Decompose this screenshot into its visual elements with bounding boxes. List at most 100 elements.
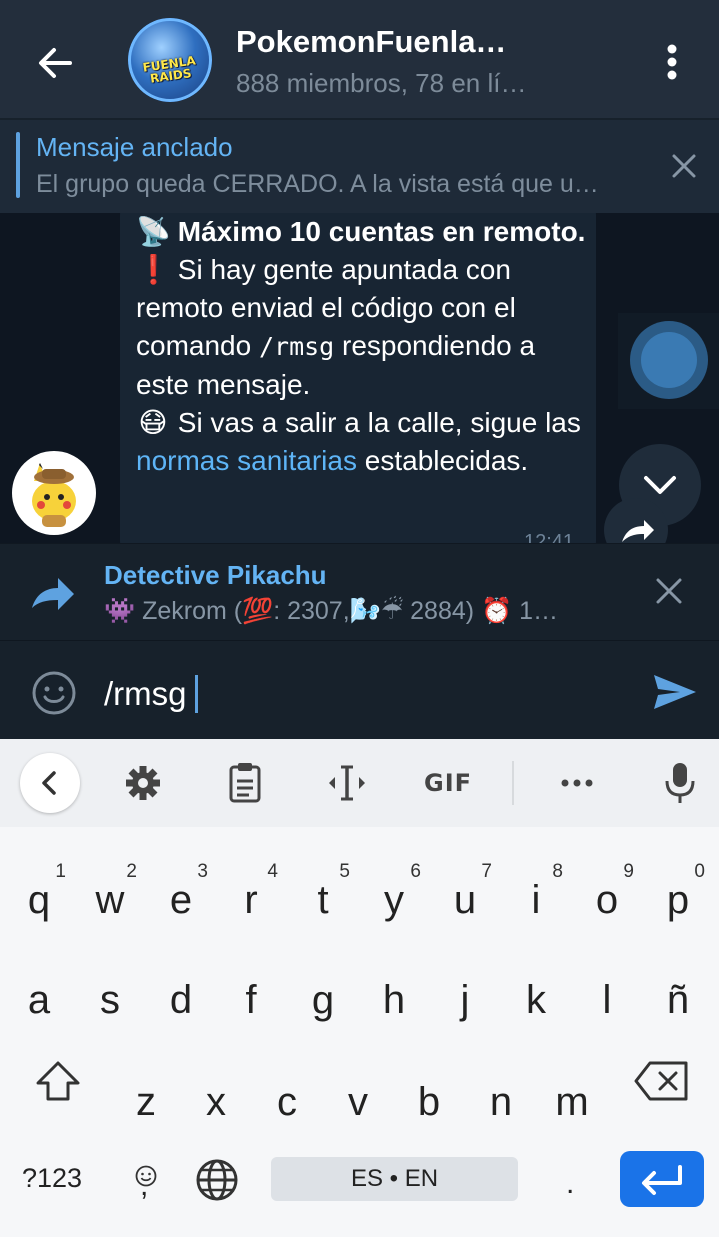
key-hint-3: 3 xyxy=(197,861,208,882)
key-label: j xyxy=(460,978,470,1022)
key-hint-6: 6 xyxy=(410,861,421,882)
key-hint-5: 5 xyxy=(339,861,350,882)
voice-chat-core xyxy=(641,332,697,388)
chat-title[interactable]: PokemonFuenla… xyxy=(236,24,506,60)
share-message-button[interactable] xyxy=(604,498,668,543)
message-text: 📡 Máximo 10 cuentas en remoto. ❗ Si hay … xyxy=(136,213,586,480)
key-u[interactable]: 7u xyxy=(430,847,500,927)
key-f[interactable]: f xyxy=(216,947,286,1027)
command-code[interactable]: /rmsg xyxy=(259,332,334,361)
sender-avatar[interactable] xyxy=(12,451,96,535)
key-hint-1: 1 xyxy=(55,861,66,882)
key-x[interactable]: x xyxy=(181,1049,251,1129)
key-h[interactable]: h xyxy=(359,947,429,1027)
clipboard-icon[interactable] xyxy=(221,759,269,807)
pinned-text: El grupo queda CERRADO. A la vista está … xyxy=(36,170,599,198)
chat-subtitle[interactable]: 888 miembros, 78 en lí… xyxy=(236,68,526,99)
key-label: l xyxy=(602,978,612,1022)
space-bar[interactable]: ES • EN xyxy=(271,1157,518,1201)
cursor-control-icon[interactable] xyxy=(323,759,371,807)
send-icon[interactable] xyxy=(652,671,698,713)
more-icon[interactable] xyxy=(553,759,601,807)
key-l[interactable]: l xyxy=(572,947,642,1027)
pinned-title: Mensaje anclado xyxy=(36,132,233,162)
key-o[interactable]: 9o xyxy=(572,847,642,927)
keyboard-toolbar: GIF xyxy=(0,739,719,827)
key-w[interactable]: 2w xyxy=(75,847,145,927)
close-pinned-icon[interactable] xyxy=(664,146,704,186)
key-label: g xyxy=(311,978,335,1022)
key-b[interactable]: b xyxy=(394,1049,464,1129)
key-label: v xyxy=(348,1080,368,1124)
sanitary-rules-link[interactable]: normas sanitarias xyxy=(136,445,357,476)
message-list[interactable]: 📡 Máximo 10 cuentas en remoto. ❗ Si hay … xyxy=(0,213,719,543)
pinned-message-bar[interactable]: Mensaje anclado El grupo queda CERRADO. … xyxy=(0,120,719,213)
key-a[interactable]: a xyxy=(4,947,74,1027)
key-q[interactable]: 1q xyxy=(4,847,74,927)
key-ñ[interactable]: ñ xyxy=(643,947,713,1027)
key-label: b xyxy=(417,1080,441,1124)
cancel-reply-icon[interactable] xyxy=(652,574,686,608)
key-k[interactable]: k xyxy=(501,947,571,1027)
key-hint-0: 0 xyxy=(694,861,705,882)
microphone-icon[interactable] xyxy=(656,759,704,807)
key-label: d xyxy=(169,978,193,1022)
key-c[interactable]: c xyxy=(252,1049,322,1129)
key-r[interactable]: 4r xyxy=(216,847,286,927)
key-label: s xyxy=(100,978,120,1022)
settings-gear-icon[interactable] xyxy=(119,759,167,807)
key-hint-9: 9 xyxy=(623,861,634,882)
key-label: x xyxy=(206,1080,226,1124)
globe-language-icon[interactable] xyxy=(194,1157,240,1203)
key-i[interactable]: 8i xyxy=(501,847,571,927)
reply-message-text: 👾 Zekrom (💯: 2307,🌬️☔ 2884) ⏰ 1… xyxy=(104,597,559,625)
key-p[interactable]: 0p xyxy=(643,847,713,927)
message-line-3a: Si vas a salir a la calle, sigue las xyxy=(177,407,581,438)
forward-arrow-icon xyxy=(28,574,78,614)
key-hint-8: 8 xyxy=(552,861,563,882)
key-e[interactable]: 3e xyxy=(146,847,216,927)
satellite-emoji: 📡 xyxy=(136,216,171,247)
key-label: h xyxy=(382,978,406,1022)
chat-header: FUENLA RAIDS PokemonFuenla… 888 miembros,… xyxy=(0,0,719,118)
message-input-value: /rmsg xyxy=(104,675,187,712)
key-label: f xyxy=(245,978,257,1022)
back-arrow-icon[interactable] xyxy=(30,38,80,88)
keyboard: 1q2w3e4r5t6y7u8i9o0p asdfghjklñ zxcvbnm … xyxy=(0,827,719,1237)
key-hint-4: 4 xyxy=(267,861,278,882)
reply-preview-bar[interactable]: Detective Pikachu 👾 Zekrom (💯: 2307,🌬️☔ … xyxy=(0,543,719,640)
key-g[interactable]: g xyxy=(288,947,358,1027)
shift-key[interactable] xyxy=(34,1057,82,1105)
period-key[interactable]: . xyxy=(566,1167,574,1201)
emoji-icon[interactable] xyxy=(30,669,78,717)
message-line-3b: establecidas. xyxy=(356,445,529,476)
key-t[interactable]: 5t xyxy=(288,847,358,927)
key-s[interactable]: s xyxy=(75,947,145,1027)
symbols-key[interactable]: ?123 xyxy=(22,1163,82,1194)
key-m[interactable]: m xyxy=(537,1049,607,1129)
backspace-key[interactable] xyxy=(634,1059,690,1103)
message-composer: /rmsg xyxy=(0,640,719,739)
key-label: m xyxy=(555,1080,589,1124)
message-time: 12:41 xyxy=(524,531,575,543)
collapse-toolbar-button[interactable] xyxy=(20,753,80,813)
gif-button[interactable]: GIF xyxy=(424,769,472,797)
message-input[interactable]: /rmsg xyxy=(104,675,198,713)
key-hint-7: 7 xyxy=(481,861,492,882)
key-hint-2: 2 xyxy=(126,861,137,882)
message-line-1: Máximo 10 cuentas en remoto. xyxy=(177,216,586,247)
enter-key[interactable] xyxy=(620,1151,704,1207)
key-z[interactable]: z xyxy=(111,1049,181,1129)
toolbar-divider xyxy=(512,761,514,805)
group-avatar[interactable]: FUENLA RAIDS xyxy=(128,18,212,102)
key-n[interactable]: n xyxy=(466,1049,536,1129)
comma-key[interactable]: , xyxy=(140,1169,148,1203)
mask-emoji: 😷 xyxy=(138,407,168,438)
key-label: z xyxy=(136,1080,156,1124)
key-y[interactable]: 6y xyxy=(359,847,429,927)
more-options-icon[interactable] xyxy=(650,40,694,84)
key-label: k xyxy=(526,978,546,1022)
key-j[interactable]: j xyxy=(430,947,500,1027)
key-v[interactable]: v xyxy=(323,1049,393,1129)
key-d[interactable]: d xyxy=(146,947,216,1027)
